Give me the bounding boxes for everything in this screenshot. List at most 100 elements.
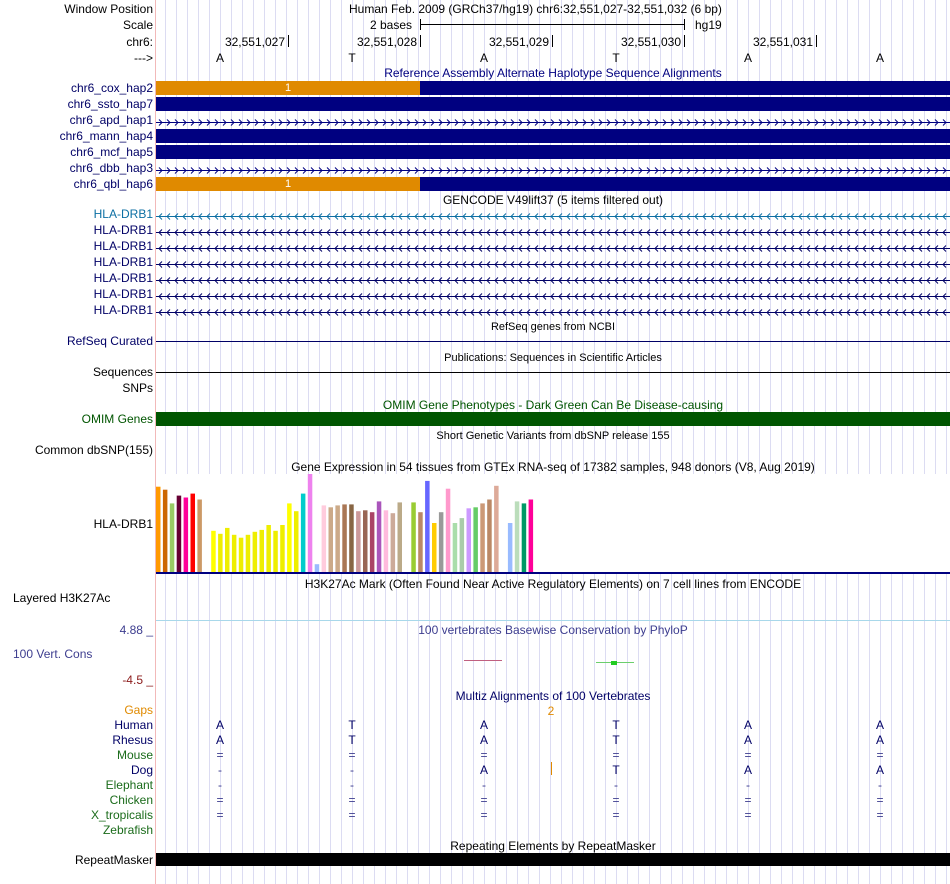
multiz-species-label[interactable]: Zebrafish	[103, 823, 153, 837]
gtex-tissue-bar[interactable]	[459, 518, 465, 572]
publications-line[interactable]	[156, 372, 950, 373]
gtex-tissue-bar[interactable]	[425, 480, 430, 572]
gtex-tissue-bar[interactable]	[411, 502, 416, 572]
gtex-tissue-bar[interactable]	[211, 530, 216, 572]
gtex-tissue-bar[interactable]	[383, 510, 389, 572]
gtex-tissue-bar[interactable]	[156, 486, 161, 572]
gtex-tissue-bar[interactable]	[349, 504, 354, 572]
multiz-species-label[interactable]: Dog	[131, 763, 153, 777]
gtex-tissue-bar[interactable]	[342, 504, 347, 572]
gtex-tissue-bar[interactable]	[197, 499, 202, 573]
omim-track-label[interactable]: OMIM Genes	[82, 412, 153, 426]
alt-haplotype-mismatch-block[interactable]: 1	[156, 177, 420, 191]
multiz-species-label[interactable]: Mouse	[117, 748, 153, 762]
alt-haplotype-bar[interactable]	[156, 145, 950, 159]
gtex-tissue-bar[interactable]	[176, 495, 182, 572]
gencode-transcript[interactable]	[156, 274, 950, 284]
alt-haplotype-chevron-line[interactable]	[156, 116, 950, 126]
multiz-species-label[interactable]: Human	[114, 718, 153, 732]
alt-haplotype-label[interactable]: chr6_mann_hap4	[60, 129, 153, 143]
gtex-tissue-bar[interactable]	[501, 506, 506, 572]
gencode-track-title[interactable]: GENCODE V49lift37 (5 items filtered out)	[156, 193, 950, 207]
alt-haplotype-label[interactable]: chr6_ssto_hap7	[68, 97, 153, 111]
gencode-transcript[interactable]	[156, 290, 950, 300]
gtex-tissue-bar[interactable]	[321, 505, 327, 572]
gtex-tissue-bar[interactable]	[480, 503, 485, 572]
gtex-tissue-bar[interactable]	[376, 501, 382, 572]
gtex-tissue-bar[interactable]	[307, 474, 313, 572]
gencode-transcript[interactable]	[156, 258, 950, 268]
repeatmasker-track-label[interactable]: RepeatMasker	[75, 853, 153, 867]
gtex-tissue-bar[interactable]	[356, 511, 361, 572]
gtex-tissue-bar[interactable]	[231, 534, 237, 572]
multiz-species-label[interactable]: Elephant	[106, 778, 153, 792]
snps-track-label[interactable]: SNPs	[122, 381, 153, 395]
alt-haplotype-track-title[interactable]: Reference Assembly Alternate Haplotype S…	[156, 66, 950, 80]
gtex-tissue-bar[interactable]	[390, 513, 396, 572]
gtex-bar-chart[interactable]	[156, 474, 950, 574]
gencode-transcript[interactable]	[156, 226, 950, 236]
gencode-transcript[interactable]	[156, 242, 950, 252]
multiz-species-label[interactable]: Rhesus	[112, 733, 153, 747]
gencode-gene-label[interactable]: HLA-DRB1	[94, 207, 153, 221]
gtex-tissue-bar[interactable]	[432, 523, 437, 572]
gencode-gene-label[interactable]: HLA-DRB1	[94, 223, 153, 237]
alt-haplotype-label[interactable]: chr6_mcf_hap5	[70, 145, 153, 159]
gencode-gene-label[interactable]: HLA-DRB1	[94, 255, 153, 269]
gtex-tissue-bar[interactable]	[162, 489, 168, 572]
repeatmasker-track-title[interactable]: Repeating Elements by RepeatMasker	[156, 839, 950, 853]
omim-track-title[interactable]: OMIM Gene Phenotypes - Dark Green Can Be…	[156, 398, 950, 412]
gtex-tissue-bar[interactable]	[287, 503, 292, 572]
gencode-gene-label[interactable]: HLA-DRB1	[94, 303, 153, 317]
dbsnp-track-title[interactable]: Short Genetic Variants from dbSNP releas…	[156, 429, 950, 443]
gtex-tissue-bar[interactable]	[252, 531, 258, 572]
gtex-tissue-bar[interactable]	[259, 529, 265, 572]
gtex-tissue-bar[interactable]	[300, 493, 306, 572]
gtex-tissue-bar[interactable]	[452, 523, 458, 572]
phylop-track-title[interactable]: 100 vertebrates Basewise Conservation by…	[156, 623, 950, 637]
gtex-tissue-bar[interactable]	[507, 523, 513, 572]
gtex-tissue-bar[interactable]	[335, 505, 340, 572]
dbsnp-track-label[interactable]: Common dbSNP(155)	[35, 443, 153, 457]
omim-gene-bar[interactable]	[156, 412, 950, 426]
gtex-tissue-bar[interactable]	[397, 502, 403, 572]
gtex-tissue-bar[interactable]	[218, 533, 223, 572]
refseq-line[interactable]	[156, 341, 950, 342]
gtex-tissue-bar[interactable]	[445, 488, 451, 572]
gencode-transcript[interactable]	[156, 210, 950, 220]
gtex-tissue-bar[interactable]	[328, 507, 334, 572]
gtex-tissue-bar[interactable]	[273, 530, 278, 572]
alt-haplotype-label[interactable]: chr6_cox_hap2	[71, 81, 153, 95]
publications-track-label[interactable]: Sequences	[93, 365, 153, 379]
h3k27ac-track-title[interactable]: H3K27Ac Mark (Often Found Near Active Re…	[156, 577, 950, 591]
multiz-species-label[interactable]: X_tropicalis	[91, 808, 153, 822]
gtex-tissue-bar[interactable]	[494, 485, 499, 572]
alt-haplotype-bar[interactable]	[156, 97, 950, 111]
gencode-gene-label[interactable]: HLA-DRB1	[94, 239, 153, 253]
gtex-tissue-bar[interactable]	[294, 511, 299, 572]
gencode-gene-label[interactable]: HLA-DRB1	[94, 271, 153, 285]
repeatmasker-element-bar[interactable]	[156, 853, 950, 866]
gtex-tissue-bar[interactable]	[169, 503, 175, 572]
refseq-track-label[interactable]: RefSeq Curated	[67, 334, 153, 348]
gtex-tissue-bar[interactable]	[418, 512, 423, 572]
phylop-track-label[interactable]: 100 Vert. Cons	[13, 647, 92, 661]
gtex-tissue-bar[interactable]	[369, 512, 375, 572]
gtex-tissue-bar[interactable]	[514, 501, 520, 572]
gtex-tissue-bar[interactable]	[266, 525, 271, 572]
gtex-tissue-bar[interactable]	[204, 503, 209, 572]
alt-haplotype-label[interactable]: chr6_qbl_hap6	[74, 177, 153, 191]
gtex-tissue-bar[interactable]	[528, 499, 534, 573]
gtex-tissue-bar[interactable]	[183, 497, 189, 573]
alt-haplotype-mismatch-block[interactable]: 1	[156, 81, 420, 95]
gtex-tissue-bar[interactable]	[314, 564, 320, 572]
multiz-species-label[interactable]: Chicken	[110, 793, 153, 807]
gtex-tissue-bar[interactable]	[473, 507, 478, 572]
alt-haplotype-chevron-line[interactable]	[156, 164, 950, 174]
gtex-tissue-bar[interactable]	[280, 525, 285, 572]
gtex-tissue-bar[interactable]	[404, 503, 409, 572]
multiz-track-title[interactable]: Multiz Alignments of 100 Vertebrates	[156, 689, 950, 703]
gtex-tissue-bar[interactable]	[363, 510, 368, 572]
gtex-tissue-bar[interactable]	[487, 499, 492, 573]
gtex-track-title[interactable]: Gene Expression in 54 tissues from GTEx …	[156, 460, 950, 474]
